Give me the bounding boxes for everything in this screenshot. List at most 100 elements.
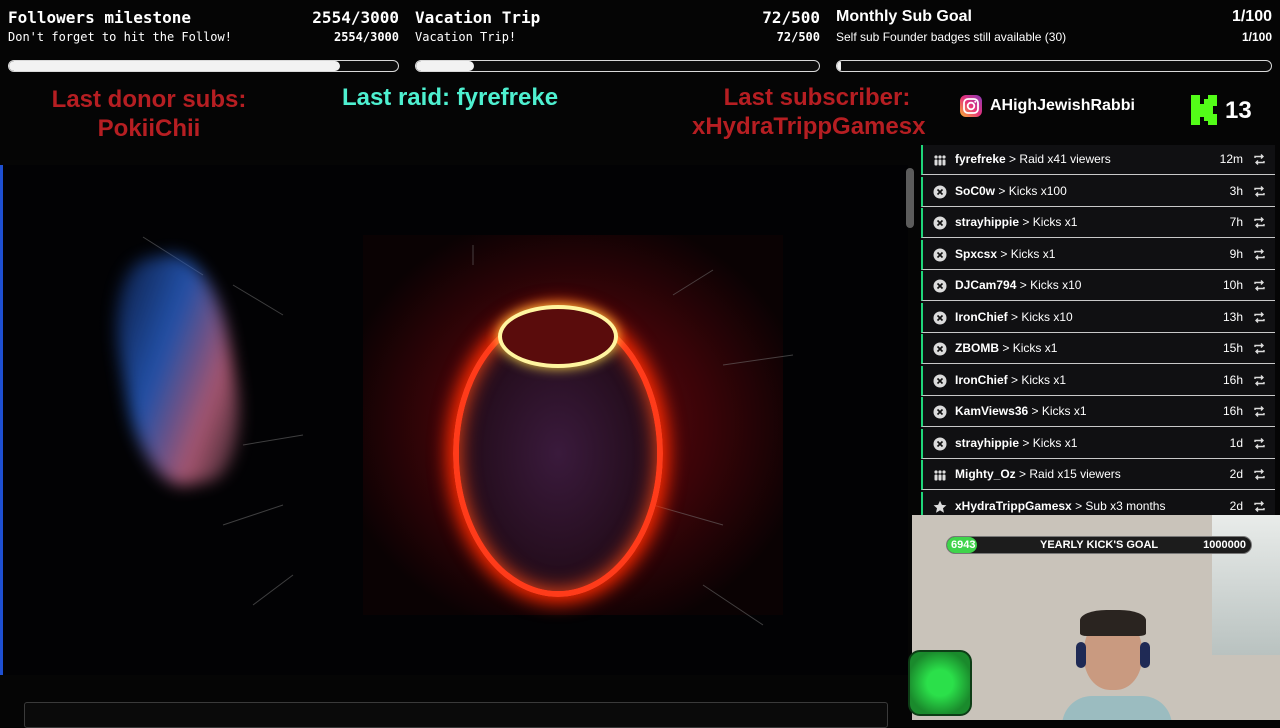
feed-action: Kicks x100 [1008, 183, 1067, 198]
instagram-icon [960, 95, 982, 117]
arrow-icon: > [1031, 404, 1039, 418]
feed-item: fyrefreke > Raid x41 viewers 12m [921, 145, 1275, 175]
goal-monthly-sub: Monthly Sub Goal 1/100 Self sub Founder … [836, 0, 1272, 80]
replay-icon[interactable] [1253, 405, 1266, 418]
last-donor-alert: Last donor subs: PokiiChii [40, 85, 258, 143]
green-mascot-graphic [908, 650, 972, 716]
feed-item: KamViews36 > Kicks x1 16h [921, 397, 1275, 427]
feed-time: 16h [1222, 372, 1243, 387]
feed-action: Kicks x1 [1032, 215, 1078, 229]
feed-user-name: KamViews36 [955, 404, 1029, 418]
feed-item: DJCam794 > Kicks x10 10h [921, 271, 1275, 301]
kick-count: 13 [1225, 97, 1252, 124]
kick-goal-target: 1000000 [1203, 539, 1246, 551]
kick-coin-icon [933, 374, 947, 388]
feed-time: 12m [1219, 152, 1243, 166]
replay-icon[interactable] [1253, 342, 1266, 355]
kick-goal-label: YEARLY KICK'S GOAL [1040, 539, 1159, 551]
goal-title-value: 2554/3000 [312, 8, 399, 27]
feed-user-name: IronChief [955, 309, 1008, 324]
chat-scrollbar[interactable] [906, 168, 914, 228]
feed-action: Sub x3 months [1085, 498, 1166, 513]
feed-user-name: IronChief [955, 372, 1008, 387]
goal-sub-value: 2554/3000 [333, 30, 399, 44]
kick-coin-icon [933, 342, 947, 356]
feed-item: IronChief > Kicks x10 13h [921, 302, 1275, 333]
feed-item: Spxcsx > Kicks x1 9h [921, 239, 1275, 270]
arrow-icon: > [1011, 309, 1019, 324]
replay-icon[interactable] [1253, 248, 1266, 261]
feed-action: Kicks x10 [1030, 278, 1082, 292]
last-donor-name: PokiiChii [97, 115, 201, 142]
feed-item: SoC0w > Kicks x100 3h [921, 176, 1275, 207]
goal-title: Monthly Sub Goal [836, 8, 972, 25]
goal-sub-value: 72/500 [776, 30, 820, 44]
replay-icon[interactable] [1253, 468, 1266, 481]
star-icon [933, 500, 947, 514]
goal-subtitle: Don't forget to hit the Follow! [8, 30, 232, 44]
ring-top-highlight [498, 305, 618, 368]
last-subscriber-alert: Last subscriber: xHydraTrippGamesx [682, 83, 952, 141]
arrow-icon: > [1075, 498, 1083, 513]
feed-user-name: Spxcsx [955, 246, 998, 261]
feed-user-name: ZBOMB [955, 341, 999, 355]
raid-icon [933, 468, 947, 482]
feed-action: Kicks x1 [1010, 246, 1056, 261]
goal-progress-bar [836, 60, 1272, 72]
goal-title-value: 1/100 [1231, 8, 1272, 25]
replay-icon[interactable] [1253, 279, 1266, 292]
feed-user-name: xHydraTrippGamesx [955, 498, 1072, 513]
feed-action: Raid x41 viewers [1019, 152, 1111, 166]
feed-time: 3h [1229, 183, 1243, 198]
kick-coin-icon [933, 279, 947, 293]
arrow-icon: > [1002, 341, 1010, 355]
feed-time: 2d [1229, 467, 1243, 481]
feed-action: Kicks x1 [1021, 372, 1067, 387]
arrow-icon: > [1000, 246, 1008, 261]
feed-action: Raid x15 viewers [1029, 467, 1121, 481]
chat-input-bar[interactable] [24, 702, 888, 728]
last-donor-label: Last donor subs: [51, 86, 247, 113]
feed-item: ZBOMB > Kicks x1 15h [921, 334, 1275, 364]
goal-subtitle: Vacation Trip! [415, 30, 517, 44]
yearly-kick-goal-bar: 6943 YEARLY KICK'S GOAL 1000000 [946, 536, 1252, 554]
kick-coin-icon [933, 248, 947, 262]
goal-sub-value: 1/100 [1241, 30, 1272, 44]
replay-icon[interactable] [1253, 153, 1266, 166]
arrow-icon: > [998, 183, 1006, 198]
feed-user-name: DJCam794 [955, 278, 1017, 292]
event-feed: fyrefreke > Raid x41 viewers 12m SoC0w > K… [921, 145, 1275, 522]
replay-icon[interactable] [1253, 437, 1266, 450]
kick-coin-icon [933, 405, 947, 419]
replay-icon[interactable] [1253, 500, 1266, 513]
kick-logo-icon [1191, 95, 1219, 125]
video-player[interactable] [0, 165, 908, 675]
feed-action: Kicks x10 [1021, 309, 1073, 324]
arrow-icon: > [1022, 435, 1030, 450]
feed-time: 13h [1222, 309, 1243, 324]
replay-icon[interactable] [1253, 374, 1266, 387]
feed-time: 10h [1222, 278, 1243, 292]
feed-user-name: Mighty_Oz [955, 467, 1016, 481]
arrow-icon: > [1009, 152, 1017, 166]
goal-progress-fill [9, 61, 341, 71]
replay-icon[interactable] [1253, 185, 1266, 198]
kick-coin-icon [933, 437, 947, 451]
kick-coin-icon [933, 216, 947, 230]
arrow-icon: > [1011, 372, 1019, 387]
kick-coin-icon [933, 311, 947, 325]
feed-time: 15h [1222, 341, 1243, 355]
feed-item: strayhippie > Kicks x1 1d [921, 428, 1275, 459]
replay-icon[interactable] [1253, 216, 1266, 229]
replay-icon[interactable] [1253, 311, 1266, 324]
feed-time: 2d [1229, 498, 1243, 513]
feed-item: strayhippie > Kicks x1 7h [921, 208, 1275, 238]
feed-item: IronChief > Kicks x1 16h [921, 365, 1275, 396]
arrow-icon: > [1019, 278, 1027, 292]
arrow-icon: > [1022, 215, 1030, 229]
last-subscriber-label: Last subscriber: [723, 84, 911, 111]
goal-progress-bar [415, 60, 820, 72]
feed-time: 1d [1229, 435, 1243, 450]
raid-icon [933, 153, 947, 167]
feed-item: Mighty_Oz > Raid x15 viewers 2d [921, 460, 1275, 490]
